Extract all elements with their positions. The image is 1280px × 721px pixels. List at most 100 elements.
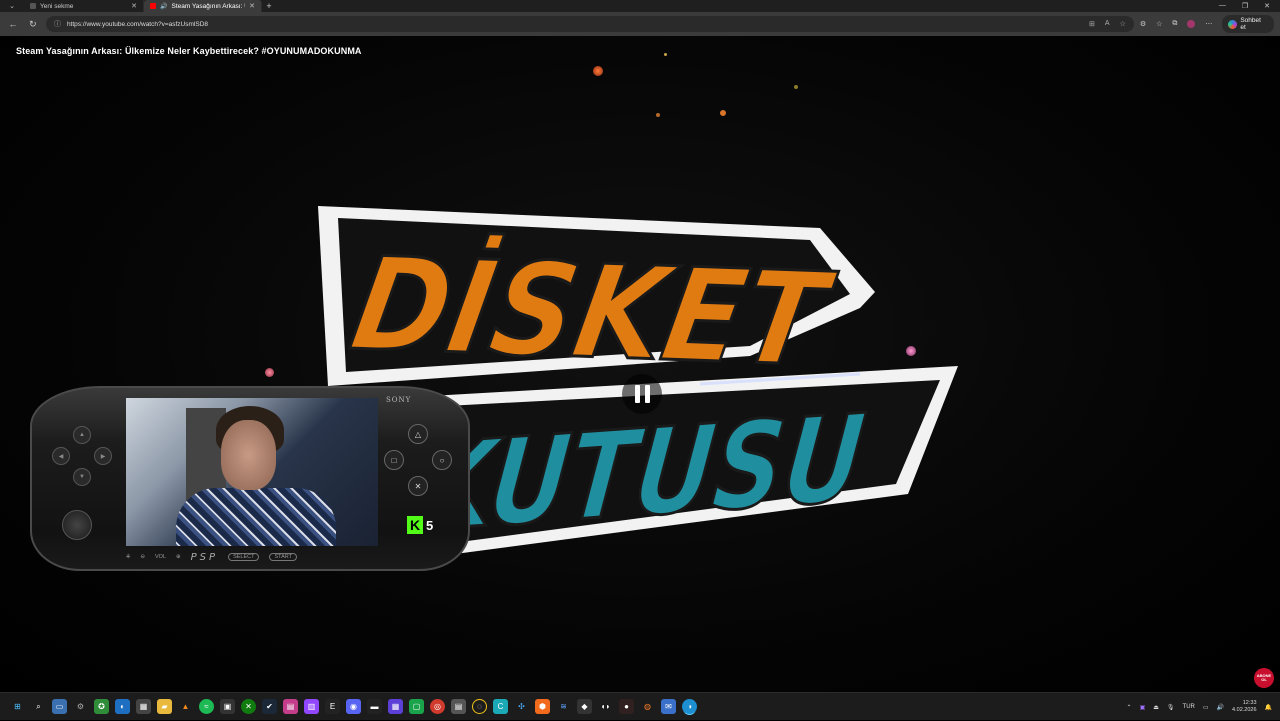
video-player[interactable]: Steam Yasağının Arkası: Ülkemize Neler K…: [0, 36, 1280, 692]
language-indicator[interactable]: TUR: [1183, 704, 1195, 710]
chat-button-label: Sohbet et: [1240, 17, 1261, 31]
blender-icon[interactable]: ◍: [640, 699, 655, 714]
kick-number: 5: [426, 517, 434, 533]
kick-logo-icon: K: [407, 516, 423, 534]
new-tab-button[interactable]: +: [262, 1, 276, 11]
xbox-app-icon[interactable]: ✪: [94, 699, 109, 714]
site-info-icon[interactable]: ⓘ: [54, 19, 61, 29]
url-text[interactable]: https://www.youtube.com/watch?v=asfzUsml…: [67, 21, 1083, 28]
analog-stick: [62, 510, 92, 540]
cross-button-icon: ✕: [408, 476, 428, 496]
favorites-icon[interactable]: ☆: [1156, 20, 1162, 28]
epic-games-icon[interactable]: E: [325, 699, 340, 714]
edge-dev-icon[interactable]: ◐: [115, 699, 130, 714]
search-icon[interactable]: ⌕: [31, 699, 46, 714]
clock[interactable]: 12:33 4.02.2026: [1232, 700, 1256, 713]
webcam-feed: [126, 398, 378, 546]
restore-icon[interactable]: ❐: [1242, 2, 1248, 10]
tab-youtube-video[interactable]: 🔊 Steam Yasağının Arkası: Ülk ✕: [144, 0, 262, 12]
teams-icon[interactable]: C: [493, 699, 508, 714]
tab-actions-menu-icon[interactable]: ⌄: [0, 0, 24, 12]
photos-icon[interactable]: ▤: [283, 699, 298, 714]
tray-app-icon[interactable]: ▣: [1140, 704, 1146, 711]
network-icon[interactable]: ▭: [1203, 704, 1209, 711]
close-window-icon[interactable]: ✕: [1264, 2, 1270, 10]
norton-icon[interactable]: ◌: [472, 699, 487, 714]
spotify-icon[interactable]: ≈: [199, 699, 214, 714]
tab-new-tab[interactable]: Yeni sekme ✕: [24, 0, 144, 12]
terminal-icon[interactable]: ▬: [367, 699, 382, 714]
dpad-up-icon: ▲: [73, 426, 91, 444]
usb-icon[interactable]: ⏏: [1153, 704, 1159, 711]
vlc-icon[interactable]: ▲: [178, 699, 193, 714]
network-app-icon[interactable]: ≋: [556, 699, 571, 714]
tab-title: Steam Yasağının Arkası: Ülk: [171, 2, 245, 10]
window-controls: — ❐ ✕: [1219, 2, 1280, 10]
profile-avatar[interactable]: [1187, 20, 1196, 28]
back-button[interactable]: ←: [6, 17, 20, 31]
collections-icon[interactable]: ⧉: [1172, 20, 1177, 28]
close-tab-icon[interactable]: ✕: [249, 2, 255, 10]
vol-label: VOL: [155, 554, 167, 560]
notifications-icon[interactable]: 🔔: [1265, 704, 1272, 711]
kick-badge: K 5: [407, 516, 433, 534]
square-button-icon: □: [384, 450, 404, 470]
streamer-shirt: [176, 488, 336, 546]
edge-browser-icon[interactable]: ◑: [682, 699, 697, 714]
task-view-icon[interactable]: ▭: [52, 699, 67, 714]
steam-icon[interactable]: ✔: [262, 699, 277, 714]
audio-app-icon[interactable]: ◖◗: [598, 699, 613, 714]
tray-overflow-icon[interactable]: ⌃: [1127, 704, 1132, 711]
notepad-icon[interactable]: ▤: [451, 699, 466, 714]
favorite-star-icon[interactable]: ☆: [1120, 20, 1126, 28]
read-aloud-icon[interactable]: A: [1105, 20, 1110, 28]
address-bar[interactable]: ⓘ https://www.youtube.com/watch?v=asfzUs…: [45, 16, 1134, 32]
discord-icon[interactable]: ◉: [346, 699, 361, 714]
start-menu-icon[interactable]: ⊞: [10, 699, 25, 714]
subscribe-badge: ABONE OL: [1254, 668, 1274, 688]
extensions-icon[interactable]: ⚙: [1140, 20, 1146, 28]
taskbar-apps: ⊞ ⌕ ▭ ⚙ ✪ ◐ ▦ ▰ ▲ ≈ ▣ ✕ ✔ ▤ ▥ E ◉ ▬ ▦ ▢ …: [10, 699, 697, 714]
volume-icon[interactable]: 🔊: [1217, 704, 1224, 711]
new-tab-favicon-icon: [30, 3, 36, 9]
chrome-icon[interactable]: ◎: [430, 699, 445, 714]
obs-icon[interactable]: ●: [619, 699, 634, 714]
close-tab-icon[interactable]: ✕: [131, 2, 137, 10]
whatsapp-icon[interactable]: ▢: [409, 699, 424, 714]
copilot-chat-button[interactable]: Sohbet et: [1222, 15, 1274, 33]
face-buttons: △ □ ○ ✕: [382, 424, 454, 496]
xbox-icon[interactable]: ✕: [241, 699, 256, 714]
taskbar: ⊞ ⌕ ▭ ⚙ ✪ ◐ ▦ ▰ ▲ ≈ ▣ ✕ ✔ ▤ ▥ E ◉ ▬ ▦ ▢ …: [0, 692, 1280, 720]
youtube-favicon-icon: [150, 3, 156, 9]
refresh-button[interactable]: ↻: [26, 17, 40, 31]
start-label: START: [269, 553, 297, 561]
more-menu-icon[interactable]: ⋯: [1205, 20, 1212, 28]
clock-date: 4.02.2026: [1232, 707, 1257, 713]
bluetooth-app-icon[interactable]: ✣: [514, 699, 529, 714]
pause-button[interactable]: [622, 374, 662, 414]
dpad-down-icon: ▼: [73, 468, 91, 486]
stream-deck-icon[interactable]: ◆: [577, 699, 592, 714]
audio-playing-icon[interactable]: 🔊: [160, 3, 167, 10]
pause-icon-bar: [644, 385, 650, 403]
pause-icon-bar: [634, 385, 640, 403]
grid-app-icon[interactable]: ▦: [388, 699, 403, 714]
ember-particle: [265, 368, 274, 377]
settings-icon[interactable]: ⚙: [73, 699, 88, 714]
file-explorer-icon[interactable]: ▰: [157, 699, 172, 714]
app-store-icon[interactable]: ▣: [220, 699, 235, 714]
psp-webcam-overlay: SONY ▲ ◀ ▶ ▼ △ □ ○ ✕ K 5 ⎈ ⊖ VOL ⊕ PSP S…: [30, 386, 470, 571]
calculator-icon[interactable]: ▦: [136, 699, 151, 714]
minimize-icon[interactable]: —: [1219, 2, 1226, 10]
address-toolbar: ← ↻ ⓘ https://www.youtube.com/watch?v=as…: [0, 12, 1280, 36]
app-available-icon[interactable]: ⊞: [1089, 20, 1095, 28]
psp-bottom-controls: ⎈ ⊖ VOL ⊕ PSP SELECT START: [126, 550, 378, 564]
brave-icon[interactable]: ⬢: [535, 699, 550, 714]
twitch-icon[interactable]: ▥: [304, 699, 319, 714]
playstation-icon: ⎈: [126, 553, 131, 560]
vol-up-icon: ⊕: [176, 554, 181, 560]
mail-icon[interactable]: ✉: [661, 699, 676, 714]
dpad-left-icon: ◀: [52, 447, 70, 465]
mic-icon[interactable]: 🎙: [1167, 704, 1175, 711]
ember-particle: [593, 66, 603, 76]
